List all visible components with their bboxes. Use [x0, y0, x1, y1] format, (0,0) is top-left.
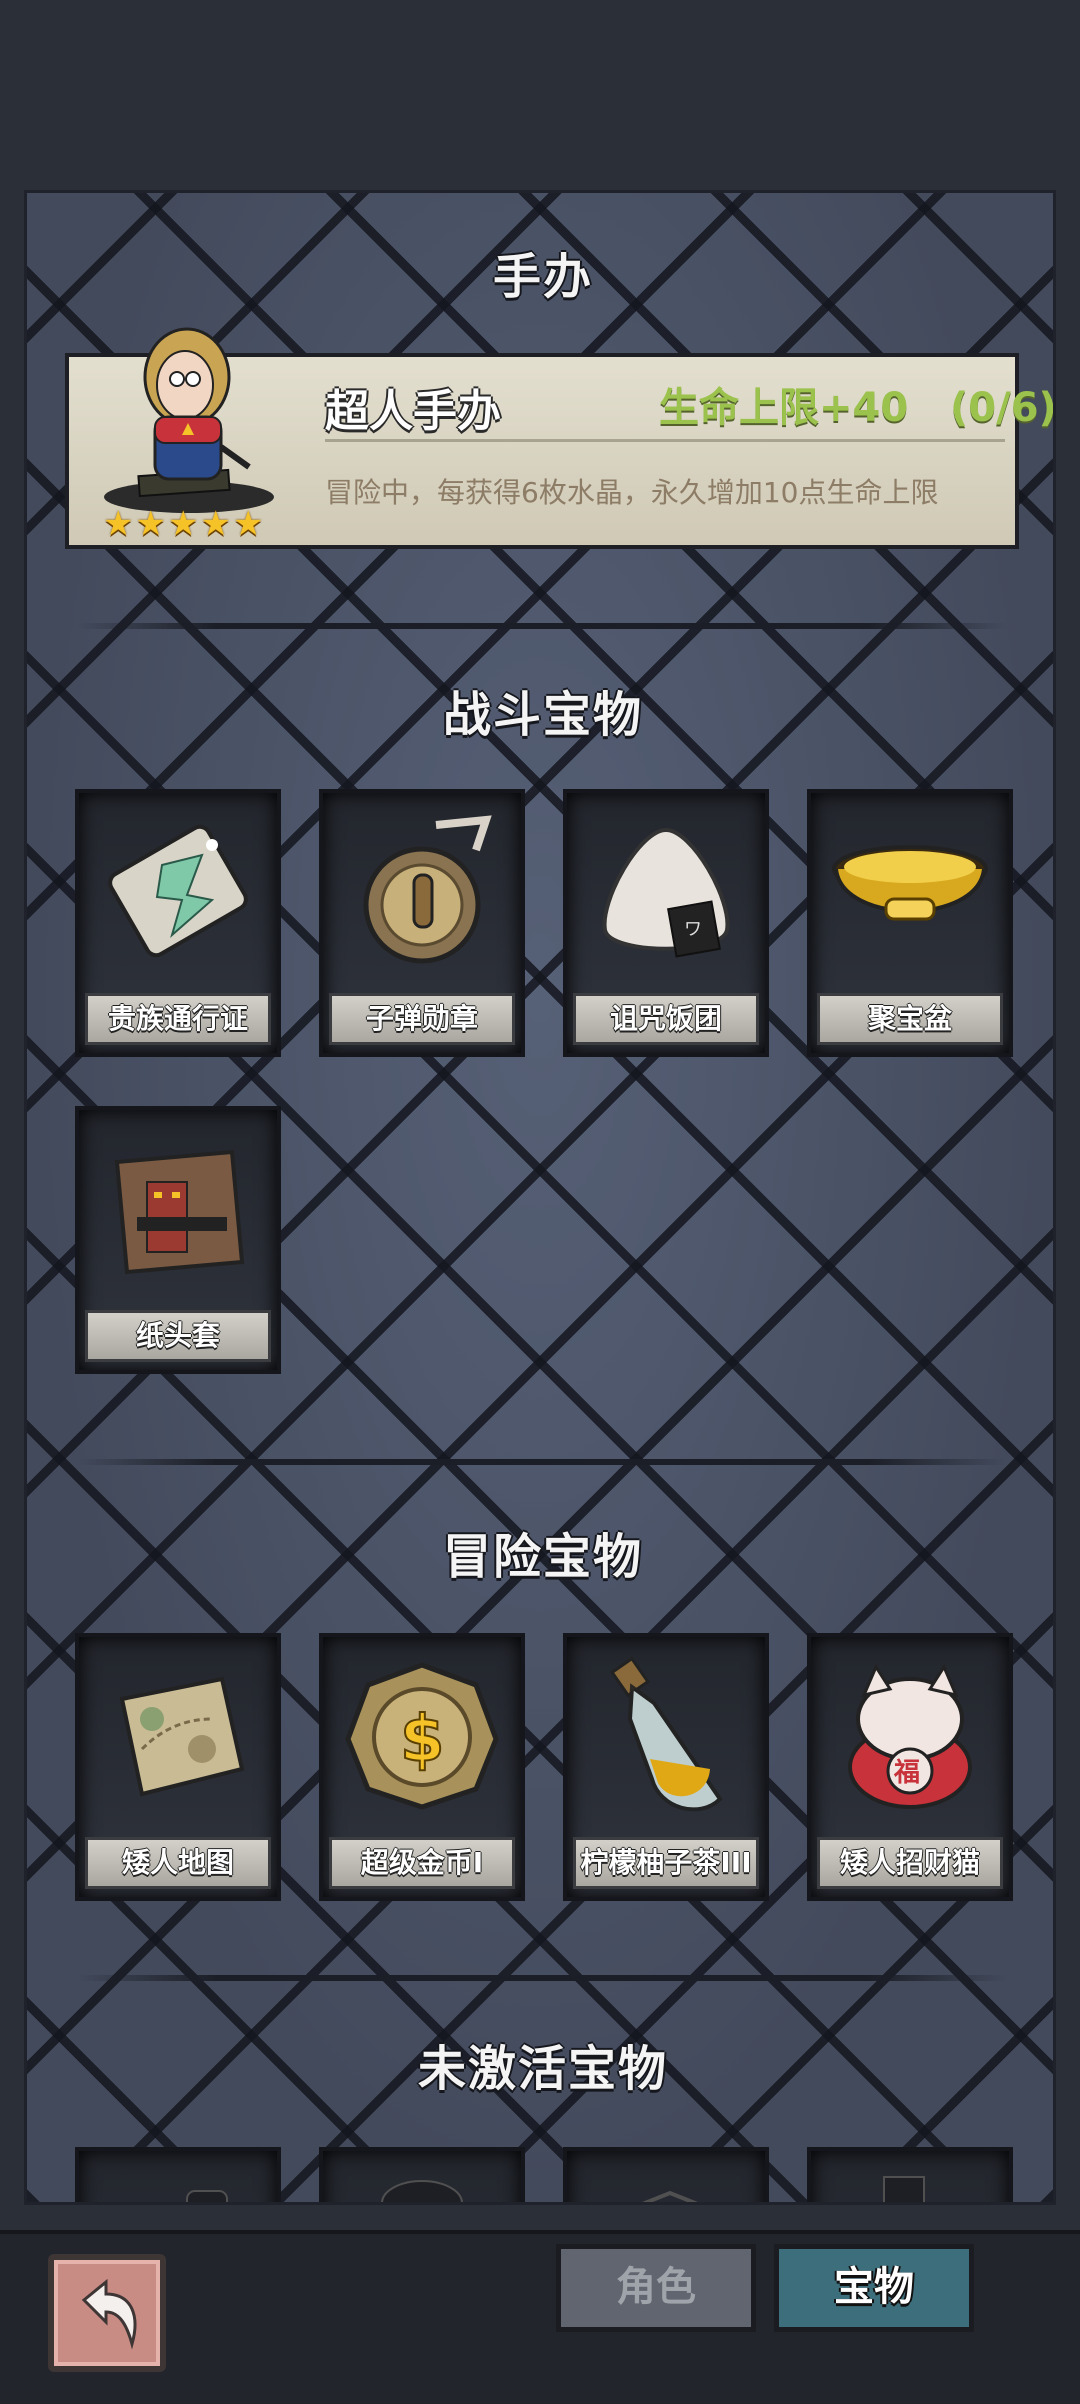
figure-description: 冒险中，每获得6枚水晶，永久增加10点生命上限	[325, 476, 939, 509]
item-bullet-medal[interactable]: 子弹勋章	[319, 789, 525, 1057]
item-locked[interactable]	[75, 2147, 281, 2202]
item-label: 柠檬柚子茶III	[573, 1837, 759, 1889]
lucky-cat-icon: 福	[848, 1663, 972, 1809]
item-label: 纸头套	[85, 1310, 271, 1362]
section-divider	[77, 1975, 1007, 1981]
adventure-section-title: 冒险宝物	[442, 1529, 643, 1585]
star-icon: ★	[232, 504, 264, 544]
item-cursed-rice-ball[interactable]: ワ 诅咒饭团	[563, 789, 769, 1057]
top-status-area	[0, 0, 1080, 190]
tab-treasure[interactable]: 宝物	[774, 2244, 974, 2332]
item-locked[interactable]	[319, 2147, 525, 2202]
potion-icon	[610, 1656, 723, 1812]
figure-section-title: 手办	[492, 249, 593, 305]
svg-text:福: 福	[893, 1758, 920, 1788]
figure-divider	[325, 439, 1005, 442]
item-label: 贵族通行证	[85, 993, 271, 1045]
treasure-panel[interactable]: 手办 ★ ★ ★ ★ ★ 超人手办 生命上限+40 (0/6) 冒险中，每获得6…	[24, 190, 1056, 2205]
bonus-progress: (0/6)	[949, 385, 1056, 431]
locked-item-icon	[381, 2180, 463, 2202]
item-super-gold-coin[interactable]: $ 超级金币I	[319, 1633, 525, 1901]
locked-item-icon	[186, 2190, 228, 2202]
svg-text:ワ: ワ	[684, 919, 702, 940]
figure-name: 超人手办	[325, 386, 501, 437]
item-dwarf-lucky-cat[interactable]: 福 矮人招财猫	[807, 1633, 1013, 1901]
item-noble-pass[interactable]: 贵族通行证	[75, 789, 281, 1057]
svg-text:$: $	[400, 1703, 445, 1777]
medal-icon	[363, 815, 492, 964]
item-label: 矮人地图	[85, 1837, 271, 1889]
gold-coin-icon: $	[345, 1662, 499, 1810]
bottom-navigation-bar: 角色 宝物	[0, 2230, 1080, 2404]
paper-bag-icon	[114, 1149, 245, 1275]
rice-ball-icon: ワ	[602, 827, 730, 958]
return-arrow-icon	[81, 2278, 137, 2350]
item-dwarf-map[interactable]: 矮人地图	[75, 1633, 281, 1901]
item-label: 诅咒饭团	[573, 993, 759, 1045]
combat-section-title: 战斗宝物	[442, 687, 643, 743]
star-icon: ★	[167, 504, 199, 544]
star-icon: ★	[200, 504, 231, 544]
locked-item-icon	[883, 2176, 925, 2202]
figure-bonus: 生命上限+40 (0/6)	[659, 375, 1056, 433]
back-button[interactable]	[48, 2254, 166, 2372]
treasure-bowl-icon	[832, 845, 988, 921]
item-label: 聚宝盆	[817, 993, 1003, 1045]
bonus-text: 生命上限+40	[659, 385, 909, 431]
superhero-figure-icon	[104, 327, 274, 513]
star-icon: ★	[103, 504, 134, 544]
inactive-section-title: 未激活宝物	[417, 2041, 668, 2097]
item-paper-bag[interactable]: 纸头套	[75, 1106, 281, 1374]
item-label: 子弹勋章	[329, 993, 515, 1045]
card-icon	[108, 824, 248, 958]
map-icon	[119, 1676, 245, 1797]
item-label: 超级金币I	[329, 1837, 515, 1889]
star-icon: ★	[135, 504, 166, 544]
section-divider	[77, 1459, 1007, 1465]
item-label: 矮人招财猫	[817, 1837, 1003, 1889]
item-lemon-tea[interactable]: 柠檬柚子茶III	[563, 1633, 769, 1901]
locked-item-icon	[642, 2190, 698, 2202]
item-locked[interactable]	[563, 2147, 769, 2202]
figure-card[interactable]: ★ ★ ★ ★ ★ 超人手办 生命上限+40 (0/6) 冒险中，每获得6枚水晶…	[65, 327, 1053, 549]
item-treasure-bowl[interactable]: 聚宝盆	[807, 789, 1013, 1057]
item-locked[interactable]	[807, 2147, 1013, 2202]
tab-role[interactable]: 角色	[556, 2244, 756, 2332]
star-rating: ★ ★ ★ ★ ★	[103, 507, 263, 541]
section-divider	[77, 623, 1007, 629]
